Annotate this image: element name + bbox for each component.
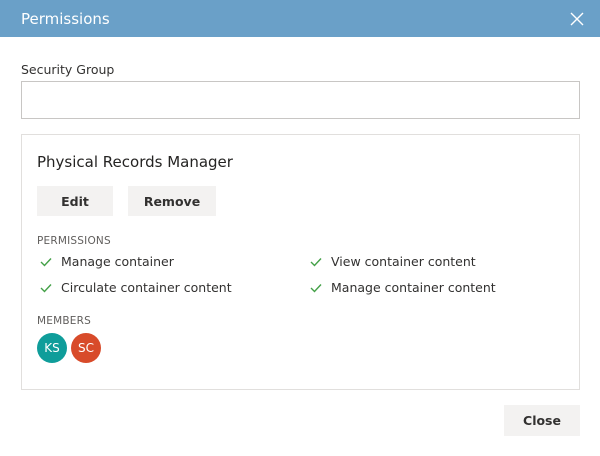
permission-item: Circulate container content (40, 280, 232, 295)
check-icon (40, 255, 53, 268)
avatar-sc[interactable]: SC (71, 333, 101, 363)
close-button[interactable]: Close (504, 405, 580, 436)
group-name: Physical Records Manager (37, 153, 233, 171)
permission-label: Manage container (61, 254, 174, 269)
edit-button[interactable]: Edit (37, 186, 113, 216)
permission-label: View container content (331, 254, 476, 269)
security-group-label: Security Group (21, 62, 115, 77)
close-icon[interactable] (568, 10, 586, 28)
permission-label: Circulate container content (61, 280, 232, 295)
remove-button[interactable]: Remove (128, 186, 216, 216)
permission-label: Manage container content (331, 280, 496, 295)
security-group-input[interactable] (21, 81, 580, 119)
permissions-heading: PERMISSIONS (37, 235, 111, 247)
permission-item: View container content (310, 254, 476, 269)
group-card: Physical Records Manager Edit Remove PER… (21, 134, 580, 390)
check-icon (310, 281, 323, 294)
member-list: KS SC (37, 333, 101, 363)
permission-item: Manage container content (310, 280, 496, 295)
dialog-title: Permissions (21, 9, 110, 28)
avatar-ks[interactable]: KS (37, 333, 67, 363)
dialog-header: Permissions (0, 0, 600, 37)
permission-item: Manage container (40, 254, 174, 269)
check-icon (40, 281, 53, 294)
check-icon (310, 255, 323, 268)
members-heading: MEMBERS (37, 315, 91, 327)
